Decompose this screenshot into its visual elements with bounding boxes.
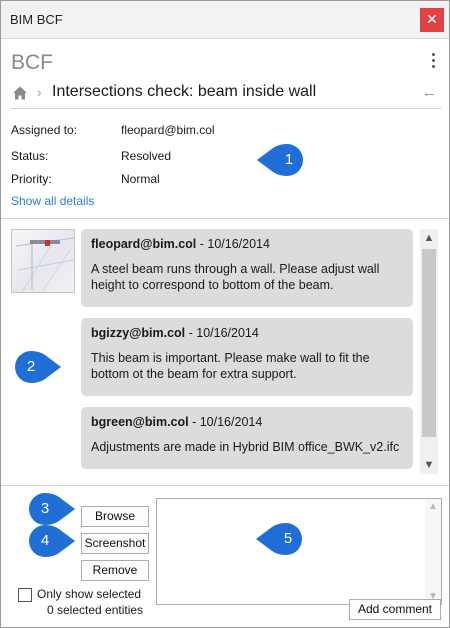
show-all-details-link[interactable]: Show all details bbox=[11, 194, 94, 208]
bcf-window: BIM BCF ✕ BCF › Intersections check: bea… bbox=[0, 0, 450, 628]
scrollbar-thumb[interactable] bbox=[422, 249, 436, 437]
close-button[interactable]: ✕ bbox=[420, 8, 444, 32]
status-label: Status: bbox=[11, 149, 49, 163]
app-name: BCF bbox=[11, 51, 53, 74]
comment-text: This beam is important. Please make wall… bbox=[91, 351, 370, 381]
comment-text: A steel beam runs through a wall. Please… bbox=[91, 262, 380, 292]
scroll-up-icon[interactable]: ▲ bbox=[420, 229, 438, 247]
callout-number: 1 bbox=[284, 151, 294, 168]
screenshot-button[interactable]: Screenshot bbox=[81, 533, 149, 554]
title-bar: BIM BCF ✕ bbox=[1, 1, 449, 39]
window-title: BIM BCF bbox=[10, 12, 63, 27]
browse-button[interactable]: Browse bbox=[81, 506, 149, 527]
comment-author: bgreen@bim.col bbox=[91, 415, 189, 429]
more-options-icon[interactable] bbox=[429, 53, 437, 71]
priority-value: Normal bbox=[121, 172, 160, 186]
comment-author: fleopard@bim.col bbox=[91, 237, 197, 251]
only-show-selected-checkbox[interactable] bbox=[18, 588, 32, 602]
remove-button[interactable]: Remove bbox=[81, 560, 149, 581]
comment-header: bgreen@bim.col - 10/16/2014 bbox=[91, 415, 403, 429]
comment-date: - 10/16/2014 bbox=[185, 326, 259, 340]
callout-marker-5: 5 bbox=[256, 523, 304, 555]
comment-bubble: bgizzy@bim.col - 10/16/2014 This beam is… bbox=[81, 318, 413, 396]
scroll-down-icon[interactable]: ▼ bbox=[420, 456, 438, 474]
scroll-up-icon[interactable]: ▲ bbox=[425, 501, 441, 512]
comment-header: bgizzy@bim.col - 10/16/2014 bbox=[91, 326, 403, 340]
callout-marker-3: 3 bbox=[27, 493, 75, 525]
only-show-selected-label: Only show selected bbox=[37, 587, 142, 601]
back-arrow-icon[interactable]: ← bbox=[422, 84, 437, 101]
comment-date: - 10/16/2014 bbox=[188, 415, 263, 429]
callout-marker-2: 2 bbox=[13, 351, 61, 383]
callout-number: 3 bbox=[40, 500, 50, 517]
comments-scrollbar[interactable]: ▲ ▼ bbox=[420, 229, 438, 474]
selected-entities-count: 0 selected entities bbox=[47, 603, 144, 617]
comment-input-scrollbar[interactable]: ▲ ▼ bbox=[425, 499, 441, 604]
comment-text: Adjustments are made in Hybrid BIM offic… bbox=[91, 440, 400, 454]
add-comment-button[interactable]: Add comment bbox=[349, 599, 441, 620]
status-value: Resolved bbox=[121, 149, 172, 163]
priority-label: Priority: bbox=[11, 172, 52, 186]
assigned-value: fleopard@bim.col bbox=[121, 123, 215, 137]
chevron-right-icon: › bbox=[37, 84, 42, 100]
comment-header: fleopard@bim.col - 10/16/2014 bbox=[91, 237, 403, 251]
home-icon[interactable] bbox=[12, 85, 28, 101]
topic-title: Intersections check: beam inside wall bbox=[52, 83, 317, 100]
callout-number: 4 bbox=[40, 532, 50, 549]
comment-author: bgizzy@bim.col bbox=[91, 326, 186, 340]
callout-number: 5 bbox=[283, 530, 293, 547]
callout-marker-4: 4 bbox=[27, 525, 75, 557]
comment-bubble: fleopard@bim.col - 10/16/2014 A steel be… bbox=[81, 229, 413, 307]
comment-date: - 10/16/2014 bbox=[196, 237, 270, 251]
callout-marker-1: 1 bbox=[257, 144, 305, 176]
comments-list: fleopard@bim.col - 10/16/2014 A steel be… bbox=[1, 218, 449, 485]
breadcrumb: › Intersections check: beam inside wall … bbox=[11, 81, 441, 109]
viewpoint-thumbnail[interactable] bbox=[11, 229, 75, 293]
comment-bubble: bgreen@bim.col - 10/16/2014 Adjustments … bbox=[81, 407, 413, 469]
callout-number: 2 bbox=[26, 358, 36, 375]
assigned-label: Assigned to: bbox=[11, 123, 78, 137]
